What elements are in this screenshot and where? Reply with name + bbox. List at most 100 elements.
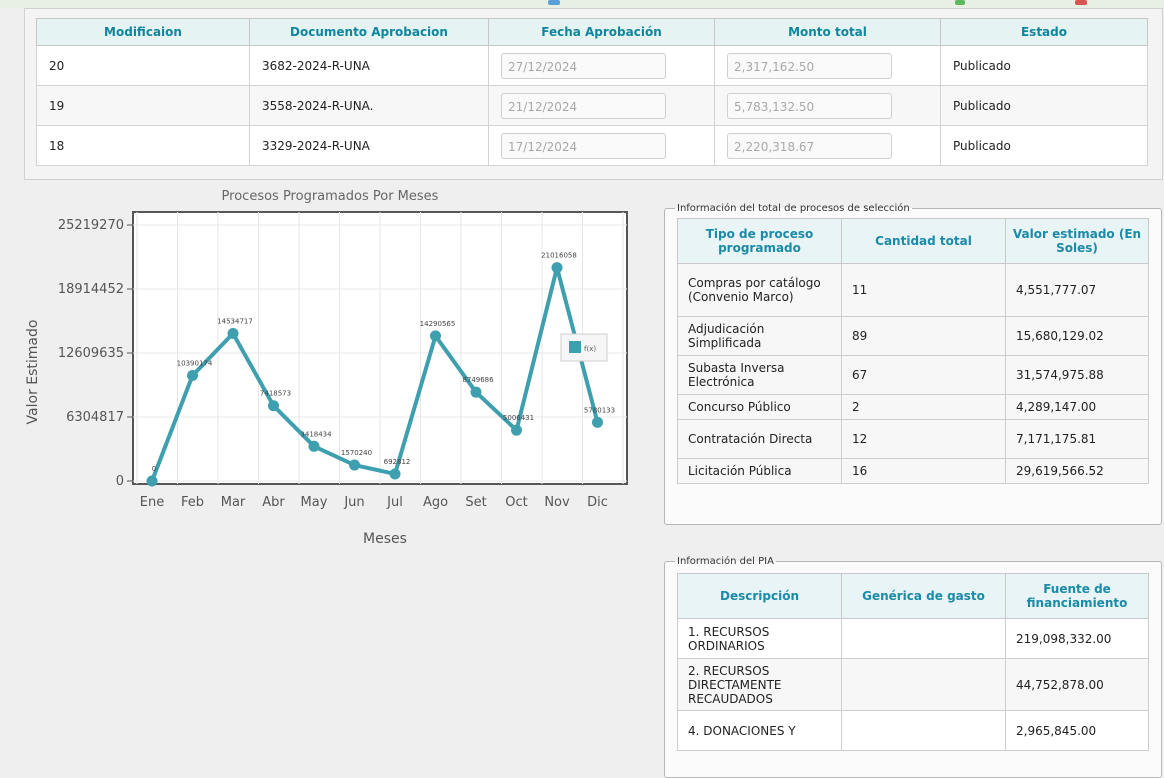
generica — [841, 618, 1006, 659]
data-point — [349, 459, 360, 471]
y-tick-label: 12609635 — [58, 346, 124, 361]
data-label: 3418434 — [300, 430, 332, 438]
fecha-field[interactable]: 17/12/2024 — [501, 132, 666, 159]
generica — [841, 658, 1006, 711]
data-point — [227, 327, 239, 339]
monto-field[interactable]: 2,317,162.50 — [727, 52, 892, 79]
cantidad: 89 — [841, 316, 1006, 356]
data-point — [187, 370, 198, 382]
cantidad: 12 — [841, 419, 1006, 459]
x-tick-label: Ago — [423, 495, 448, 510]
fecha-field[interactable]: 27/12/2024 — [501, 52, 666, 79]
data-label: 14534717 — [217, 317, 253, 325]
data-label: 1570240 — [341, 449, 372, 457]
estado: Publicado — [940, 45, 1148, 86]
data-label: 5006431 — [503, 414, 534, 422]
col-tipo-proceso: Tipo de proceso programado — [677, 218, 842, 264]
table-row: 1. RECURSOS ORDINARIOS 219,098,332.00 — [677, 618, 1149, 659]
data-point — [308, 440, 320, 452]
data-point — [511, 424, 522, 436]
descripcion: 1. RECURSOS ORDINARIOS — [677, 618, 842, 659]
data-label: 8749686 — [462, 376, 494, 384]
modifications-panel: Modificaion Documento Aprobacion Fecha A… — [24, 8, 1163, 180]
cantidad: 11 — [841, 263, 1006, 317]
table-row: 4. DONACIONES Y 2,965,845.00 — [677, 710, 1149, 751]
valor: 15,680,129.02 — [1005, 316, 1149, 356]
data-label: 10390174 — [177, 360, 213, 368]
tipo-proceso: Compras por catálogo (Convenio Marco) — [677, 263, 842, 317]
col-valor-estimado: Valor estimado (En Soles) — [1005, 218, 1149, 264]
col-cantidad-total: Cantidad total — [841, 218, 1006, 264]
pia-header-row: Descripción Genérica de gasto Fuente de … — [677, 573, 1149, 619]
data-label: 0 — [152, 465, 156, 473]
tipo-proceso: Licitación Pública — [677, 458, 842, 484]
fuente: 2,965,845.00 — [1005, 710, 1149, 751]
data-point — [551, 262, 563, 274]
data-label: 692812 — [384, 458, 411, 466]
table-row: Adjudicación Simplificada 89 15,680,129.… — [677, 316, 1149, 356]
legend-swatch — [569, 341, 581, 353]
data-label: 21016058 — [541, 252, 577, 260]
table-row: 19 3558-2024-R-UNA. 21/12/2024 5,783,132… — [36, 85, 1148, 126]
x-tick-label: Oct — [505, 495, 527, 510]
monthly-processes-chart: Procesos Programados Por Meses Meses Val… — [10, 182, 650, 552]
modificacion-number: 18 — [36, 125, 250, 166]
generica — [841, 710, 1006, 751]
modificacion-number: 20 — [36, 45, 250, 86]
valor: 4,289,147.00 — [1005, 394, 1149, 420]
data-point — [146, 475, 158, 487]
x-tick-label: Jul — [386, 495, 403, 510]
documento-aprobacion: 3558-2024-R-UNA. — [249, 85, 489, 126]
cantidad: 2 — [841, 394, 1006, 420]
x-tick-label: Ene — [140, 495, 164, 510]
data-label: 5780133 — [584, 406, 615, 414]
tipo-proceso: Contratación Directa — [677, 419, 842, 459]
procesos-panel: Información del total de procesos de sel… — [664, 203, 1162, 525]
x-tick-label: Nov — [544, 495, 570, 510]
data-point — [389, 468, 401, 480]
toolbar-icon-red — [1075, 0, 1087, 5]
monto-field[interactable]: 5,783,132.50 — [727, 92, 892, 119]
y-tick-label: 25219270 — [58, 218, 124, 233]
estado: Publicado — [940, 125, 1148, 166]
tipo-proceso: Concurso Público — [677, 394, 842, 420]
x-axis-ticks: Ene Feb Mar Abr May Jun Jul Ago Set Oct Nov Dic — [140, 495, 608, 510]
y-tick-label: 0 — [116, 474, 124, 489]
documento-aprobacion: 3682-2024-R-UNA — [249, 45, 489, 86]
estado: Publicado — [940, 85, 1148, 126]
data-point — [268, 400, 279, 412]
y-tick-label: 6304817 — [66, 410, 124, 425]
pia-table: Descripción Genérica de gasto Fuente de … — [677, 573, 1149, 751]
valor: 29,619,566.52 — [1005, 458, 1149, 484]
procesos-header-row: Tipo de proceso programado Cantidad tota… — [677, 218, 1149, 264]
monto-field[interactable]: 2,220,318.67 — [727, 132, 892, 159]
descripcion: 2. RECURSOS DIRECTAMENTE RECAUDADOS — [677, 658, 842, 711]
legend-label: f(x) — [584, 345, 596, 353]
x-tick-label: Set — [465, 495, 486, 510]
chart-svg: Procesos Programados Por Meses Meses Val… — [25, 189, 628, 547]
fuente: 44,752,878.00 — [1005, 658, 1149, 711]
procesos-legend: Información del total de procesos de sel… — [677, 203, 910, 214]
table-row: Licitación Pública 16 29,619,566.52 — [677, 458, 1149, 484]
x-tick-label: Feb — [181, 495, 204, 510]
tipo-proceso: Adjudicación Simplificada — [677, 316, 842, 356]
y-tick-label: 18914452 — [58, 282, 124, 297]
top-strip — [0, 0, 1164, 8]
data-label: 14290565 — [420, 320, 456, 328]
pia-panel: Información del PIA Descripción Genérica… — [664, 556, 1162, 778]
modifications-header-row: Modificaion Documento Aprobacion Fecha A… — [36, 18, 1148, 46]
table-row: 2. RECURSOS DIRECTAMENTE RECAUDADOS 44,7… — [677, 658, 1149, 711]
cantidad: 16 — [841, 458, 1006, 484]
valor: 4,551,777.07 — [1005, 263, 1149, 317]
data-point — [592, 416, 603, 428]
x-tick-label: May — [301, 495, 328, 510]
valor: 31,574,975.88 — [1005, 355, 1149, 395]
table-row: Concurso Público 2 4,289,147.00 — [677, 394, 1149, 420]
x-tick-label: Mar — [221, 495, 246, 510]
fecha-field[interactable]: 21/12/2024 — [501, 92, 666, 119]
x-tick-label: Dic — [587, 495, 608, 510]
toolbar-icon-green — [955, 0, 965, 5]
table-row: 20 3682-2024-R-UNA 27/12/2024 2,317,162.… — [36, 45, 1148, 86]
descripcion: 4. DONACIONES Y — [677, 710, 842, 751]
table-row: Compras por catálogo (Convenio Marco) 11… — [677, 263, 1149, 317]
